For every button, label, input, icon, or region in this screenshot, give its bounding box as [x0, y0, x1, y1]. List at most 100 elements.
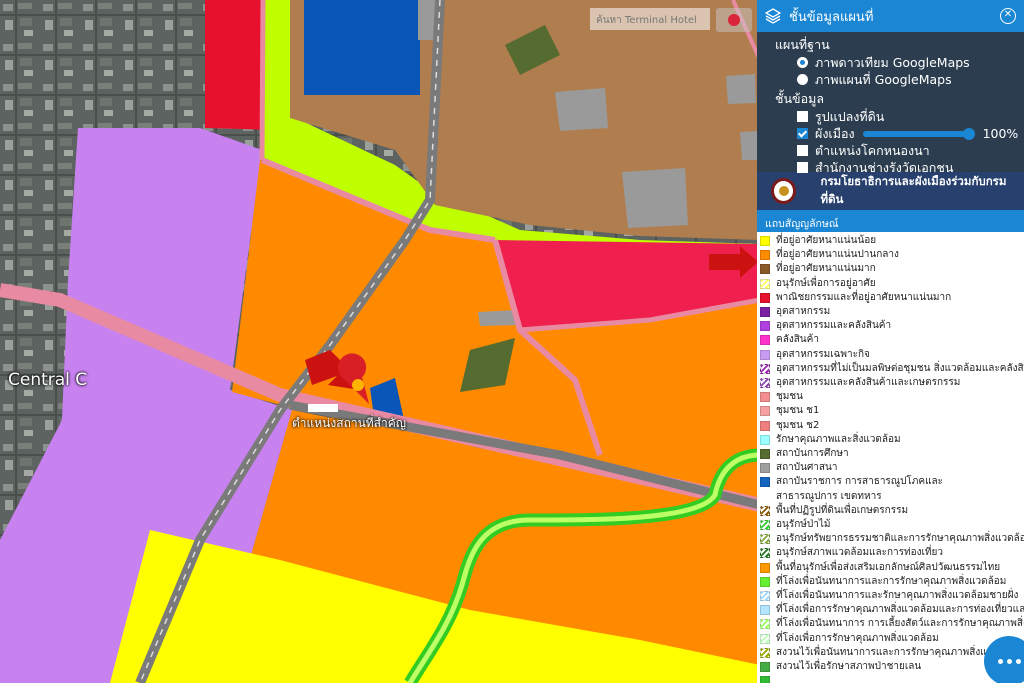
legend-label: อนุรักษ์สภาพแวดล้อมและการท่องเที่ยว	[776, 547, 943, 559]
legend-label: ที่อยู่อาศัยหนาแน่นมาก	[776, 263, 876, 275]
legend-item: อุตสาหกรรมและคลังสินค้าและเกษตรกรรม	[760, 376, 1024, 390]
legend-swatch	[760, 605, 770, 616]
location-button[interactable]	[716, 8, 752, 32]
legend-item: พาณิชยกรรมและที่อยู่อาศัยหนาแน่นมาก	[760, 291, 1024, 305]
legend-label: ที่อยู่อาศัยหนาแน่นปานกลาง	[776, 249, 899, 261]
legend-swatch	[760, 534, 770, 545]
legend-label: ชุมชน	[776, 391, 804, 403]
legend-label: อุตสาหกรรมและคลังสินค้า	[776, 320, 892, 332]
legend-label: ที่โล่งเพื่อนันทนาการและรักษาคุณภาพสิ่งแ…	[776, 590, 1019, 602]
legend-swatch	[760, 335, 770, 346]
legend-label: ที่โล่งเพื่อนันทนาการ การเลี้ยงสัตว์และก…	[776, 618, 1024, 630]
legend-item: ที่อยู่อาศัยหนาแน่นมาก	[760, 262, 1024, 276]
legend-label: สงวนไว้เพื่อรักษาสภาพป่าชายเลน	[776, 661, 922, 673]
legend-item: สถาบันศาสนา	[760, 461, 1024, 475]
legend-item: พื้นที่อนุรักษ์เพื่อส่งเสริมเอกลักษณ์ศิล…	[760, 561, 1024, 575]
dot-icon	[1006, 658, 1012, 664]
legend-label: อุตสาหกรรมที่ไม่เป็นมลพิษต่อชุมชน สิ่งแว…	[776, 362, 1024, 374]
layer-panel: ชั้นข้อมูลแผนที่ ✕ แผนที่ฐาน ภาพดาวเทียม…	[757, 0, 1024, 683]
legend-item: ที่โล่งเพื่อนันทนาการและรักษาคุณภาพสิ่งแ…	[760, 589, 1024, 603]
layer-option-parcels[interactable]: รูปแปลงที่ดิน	[775, 108, 1024, 125]
legend-swatch	[760, 434, 770, 445]
legend-swatch	[760, 449, 770, 460]
legend-label: คลังสินค้า	[776, 334, 819, 346]
legend-item: ที่โล่งเพื่อการรักษาคุณภาพสิ่งแวดล้อมและ…	[760, 603, 1024, 617]
legend-swatch	[760, 633, 770, 644]
legend-item: ที่อยู่อาศัยหนาแน่นปานกลาง	[760, 248, 1024, 262]
legend-swatch	[760, 378, 770, 389]
legend-swatch	[760, 548, 770, 559]
marker-label: ตำแหน่งสถานที่สำคัญ	[292, 416, 406, 430]
legend-item: คลังสินค้า	[760, 333, 1024, 347]
panel-body: แผนที่ฐาน ภาพดาวเทียม GoogleMaps ภาพแผนท…	[757, 32, 1024, 175]
legend-swatch	[760, 250, 770, 261]
legend-swatch	[760, 647, 770, 658]
agency-seal-icon	[771, 178, 797, 204]
map-app: Central C ตำแหน่งสถานที่สำคัญ ค้นหา Term…	[0, 0, 1024, 683]
legend-swatch	[760, 307, 770, 318]
checkbox[interactable]	[797, 111, 808, 122]
legend-swatch	[760, 676, 770, 683]
location-pin-center	[352, 379, 364, 391]
legend-swatch	[760, 278, 770, 289]
legend-item: พื้นที่ปฏิรูปที่ดินเพื่อเกษตรกรรม	[760, 504, 1024, 518]
legend-swatch	[760, 576, 770, 587]
dot-icon	[1015, 658, 1021, 664]
legend-label: ชุมชน ช1	[776, 405, 820, 417]
legend-item: อนุรักษ์เพื่อการอยู่อาศัย	[760, 277, 1024, 291]
close-icon[interactable]: ✕	[1000, 8, 1016, 24]
checkbox[interactable]	[797, 128, 808, 139]
legend-label: อุตสาหกรรมเฉพาะกิจ	[776, 348, 870, 360]
road-pink	[259, 0, 266, 161]
legend-label: ที่อยู่อาศัยหนาแน่นน้อย	[776, 235, 877, 246]
checkbox[interactable]	[797, 145, 808, 156]
legend-item: อนุรักษ์ป่าไม้	[760, 518, 1024, 532]
building	[478, 310, 516, 326]
legend-list: ที่อยู่อาศัยหนาแน่นน้อยที่อยู่อาศัยหนาแน…	[757, 232, 1024, 683]
more-options-button[interactable]	[984, 636, 1024, 683]
legend-item: ที่โล่งเพื่อนันทนาการและการรักษาคุณภาพสิ…	[760, 575, 1024, 589]
legend-swatch	[760, 562, 770, 573]
legend-swatch	[760, 463, 770, 474]
legend-item: ที่โล่งเพื่อนันทนาการ การเลี้ยงสัตว์และก…	[760, 617, 1024, 631]
slider-handle[interactable]	[962, 127, 975, 140]
radio-button[interactable]	[797, 74, 808, 85]
legend-label: สถาบันศาสนา	[776, 462, 838, 474]
layer-option-cityplan[interactable]: ผังเมือง 100%	[775, 125, 1024, 142]
legend-swatch	[760, 420, 770, 431]
agency-banner: กรมโยธาธิการและผังเมืองร่วมกับกรมที่ดิน	[757, 172, 1024, 210]
legend-swatch	[760, 662, 770, 673]
legend-label: พาณิชยกรรมและที่อยู่อาศัยหนาแน่นมาก	[776, 291, 952, 303]
basemap-option-satellite[interactable]: ภาพดาวเทียม GoogleMaps	[775, 54, 1024, 71]
legend-item: ชุมชน ช2	[760, 419, 1024, 433]
checkbox[interactable]	[797, 162, 808, 173]
legend-swatch	[760, 477, 770, 488]
legend-label: พื้นที่อนุรักษ์เพื่อส่งเสริมเอกลักษณ์ศิล…	[776, 561, 1001, 573]
legend-label: ที่โล่งเพื่อนันทนาการและการรักษาคุณภาพสิ…	[776, 575, 1007, 587]
agency-banner-text: กรมโยธาธิการและผังเมืองร่วมกับกรมที่ดิน	[820, 174, 1007, 206]
layer-option-khoknongna[interactable]: ตำแหน่งโคกหนองนา	[775, 142, 1024, 159]
legend-item: อุตสาหกรรมเฉพาะกิจ	[760, 348, 1024, 362]
legend-item: สถาบันการศึกษา	[760, 447, 1024, 461]
radio-button[interactable]	[797, 57, 808, 68]
basemap-option-map[interactable]: ภาพแผนที่ GoogleMaps	[775, 71, 1024, 88]
map-search-box[interactable]: ค้นหา Terminal Hotel	[590, 8, 710, 30]
legend-heading: แถบสัญญลักษณ์	[757, 210, 1024, 232]
legend-label: อนุรักษ์ทรัพยากรธรรมชาติและการรักษาคุณภา…	[776, 533, 1024, 545]
legend-label: รักษาคุณภาพและสิ่งแวดล้อม	[776, 433, 901, 445]
panel-title: ชั้นข้อมูลแผนที่	[789, 9, 874, 25]
legend-label: ที่โล่งเพื่อการรักษาคุณภาพสิ่งแวดล้อม	[776, 632, 939, 644]
legend-item: ชุมชน	[760, 390, 1024, 404]
legend-item: ที่โล่งเพื่อการรักษาคุณภาพสิ่งแวดล้อม	[760, 632, 1024, 646]
layers-heading: ชั้นข้อมูล	[775, 91, 824, 106]
legend-item: อุตสาหกรรมและคลังสินค้า	[760, 319, 1024, 333]
legend-swatch	[760, 363, 770, 374]
layers-icon	[765, 8, 781, 24]
legend-item: อุตสาหกรรม	[760, 305, 1024, 319]
dot-icon	[997, 658, 1003, 664]
legend-swatch	[760, 406, 770, 417]
building	[622, 168, 688, 228]
legend-item: รักษาคุณภาพและสิ่งแวดล้อม	[760, 433, 1024, 447]
legend-item: อนุรักษ์สภาพแวดล้อมและการท่องเที่ยว	[760, 546, 1024, 560]
opacity-slider[interactable]	[862, 127, 975, 140]
